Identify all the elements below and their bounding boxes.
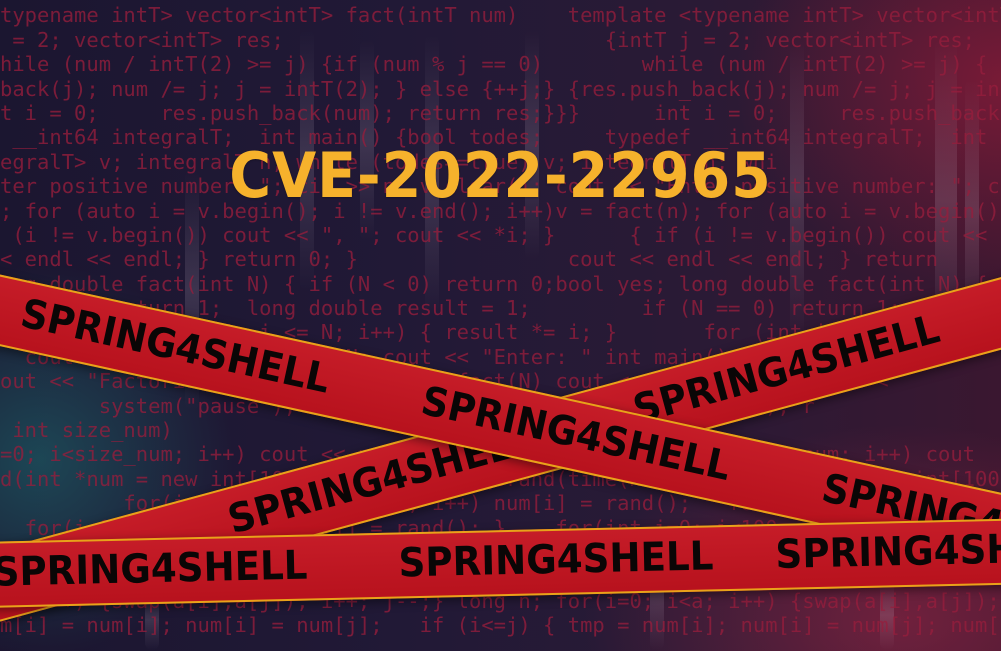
code-line: m[i] = num[i]; num[i] = num[j]; if (i<=j… (0, 613, 1001, 638)
code-line: (i != v.begin()) cout << ", "; cout << *… (0, 222, 988, 247)
code-line: < endl << endl; } return 0; } cout << en… (0, 247, 938, 272)
tape-label: SPRING4SHELL (16, 290, 335, 403)
code-line: = 2; vector<intT> res; {intT j = 2; vect… (0, 27, 976, 52)
code-line: typename intT> vector<intT> fact(intT nu… (0, 3, 1001, 28)
tape-label: SPRING4SHELL (398, 533, 714, 587)
light-streak (880, 580, 894, 650)
tape-label: SPRING4SHELL (774, 524, 1001, 578)
cve-title: CVE-2022-22965 (229, 139, 772, 212)
tape-label: SPRING4SHELL (0, 542, 308, 596)
code-line: back(j); num /= j; j = intT(2); } else {… (0, 76, 1001, 101)
code-line: t i = 0; res.push_back(num); return res;… (0, 100, 1000, 125)
code-line: ong double fact(int N) { if (N < 0) retu… (0, 271, 988, 296)
tape-label: SPRING4SHELL (628, 306, 945, 434)
banner-scene: typename intT> vector<intT> fact(intT nu… (0, 0, 1001, 651)
code-line: hile (num / intT(2) >= j) {if (num % j =… (0, 52, 988, 77)
